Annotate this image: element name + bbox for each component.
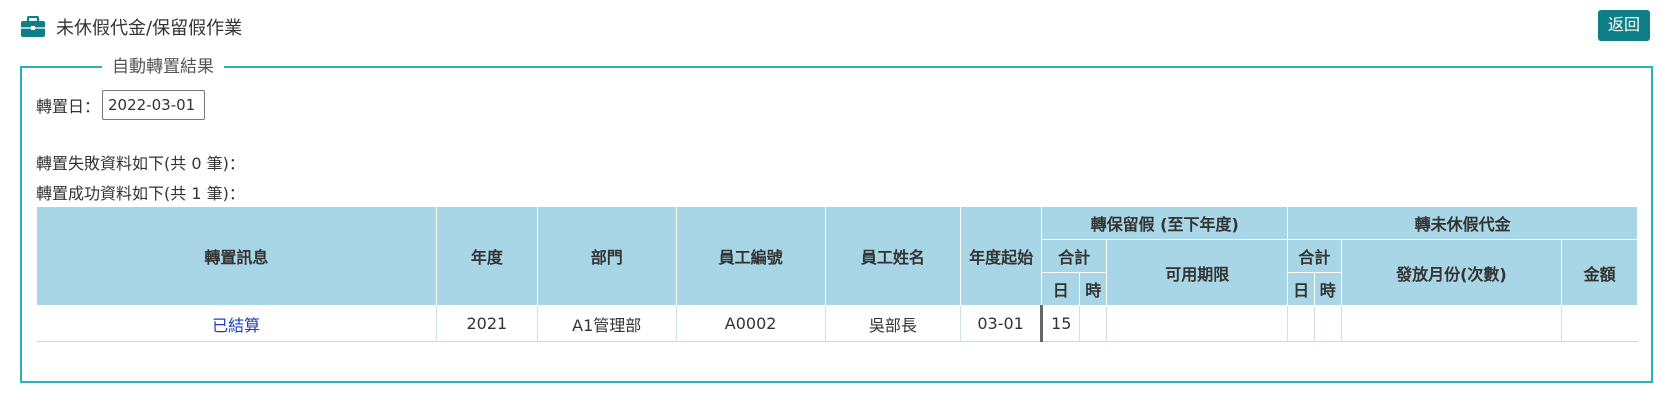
- row-retain-hour: [1079, 305, 1108, 342]
- row-cash-day: [1287, 305, 1315, 342]
- success-summary: 轉置成功資料如下(共 1 筆)：: [36, 184, 245, 203]
- col-header-dept: 部門: [536, 206, 677, 306]
- col-header-message: 轉置訊息: [36, 206, 437, 306]
- transfer-date-input[interactable]: [102, 90, 206, 120]
- table-row: 已結算 2021 A1管理部 A0002 吳部長 03-01 15: [36, 305, 1638, 342]
- row-emp-id: A0002: [676, 305, 826, 342]
- row-dept: A1管理部: [537, 305, 677, 342]
- col-group-retain: 轉保留假 (至下年度): [1041, 206, 1289, 240]
- row-cash-amount: [1561, 305, 1638, 342]
- row-cash-month: [1341, 305, 1563, 342]
- col-header-emp-id: 員工編號: [675, 206, 826, 306]
- col-header-cash-hour: 時: [1313, 272, 1342, 306]
- col-header-cash-total: 合計: [1287, 239, 1342, 273]
- col-header-year: 年度: [435, 206, 538, 306]
- row-retain-day: 15: [1040, 305, 1081, 342]
- result-table: 轉置訊息 年度 部門 員工編號 員工姓名 年度起始 轉保留假 (至下年度) 轉未…: [36, 206, 1638, 342]
- row-year: 2021: [436, 305, 538, 342]
- back-button[interactable]: 返回: [1597, 10, 1650, 41]
- panel-legend: 自動轉置結果: [102, 55, 224, 79]
- row-year-start: 03-01: [960, 305, 1043, 342]
- row-emp-name: 吳部長: [825, 305, 962, 342]
- row-cash-hour: [1314, 305, 1342, 342]
- col-header-emp-name: 員工姓名: [824, 206, 962, 306]
- top-bar: 未休假代金/保留假作業 返回: [20, 10, 1650, 44]
- result-panel: 自動轉置結果 轉置日： 轉置失敗資料如下(共 0 筆)： 轉置成功資料如下(共 …: [20, 55, 1653, 383]
- col-header-year-start: 年度起始: [960, 206, 1043, 306]
- result-table-wrap: 轉置訊息 年度 部門 員工編號 員工姓名 年度起始 轉保留假 (至下年度) 轉未…: [36, 206, 1638, 342]
- transfer-date-row: 轉置日：: [36, 90, 206, 120]
- transfer-date-label: 轉置日：: [36, 97, 101, 116]
- col-header-retain-total: 合計: [1041, 239, 1108, 273]
- row-retain-deadline: [1106, 305, 1289, 342]
- fail-summary: 轉置失敗資料如下(共 0 筆)：: [36, 154, 245, 173]
- col-header-retain-deadline: 可用期限: [1106, 239, 1289, 306]
- briefcase-icon: [20, 16, 46, 38]
- col-header-retain-hour: 時: [1079, 272, 1108, 306]
- row-message-link[interactable]: 已結算: [36, 305, 437, 342]
- page-title: 未休假代金/保留假作業: [56, 18, 243, 39]
- col-header-retain-day: 日: [1041, 272, 1081, 306]
- col-header-cash-amount: 金額: [1561, 239, 1638, 306]
- col-header-cash-month: 發放月份(次數): [1340, 239, 1563, 306]
- col-header-cash-day: 日: [1287, 272, 1315, 306]
- col-group-cash: 轉未休假代金: [1287, 206, 1638, 240]
